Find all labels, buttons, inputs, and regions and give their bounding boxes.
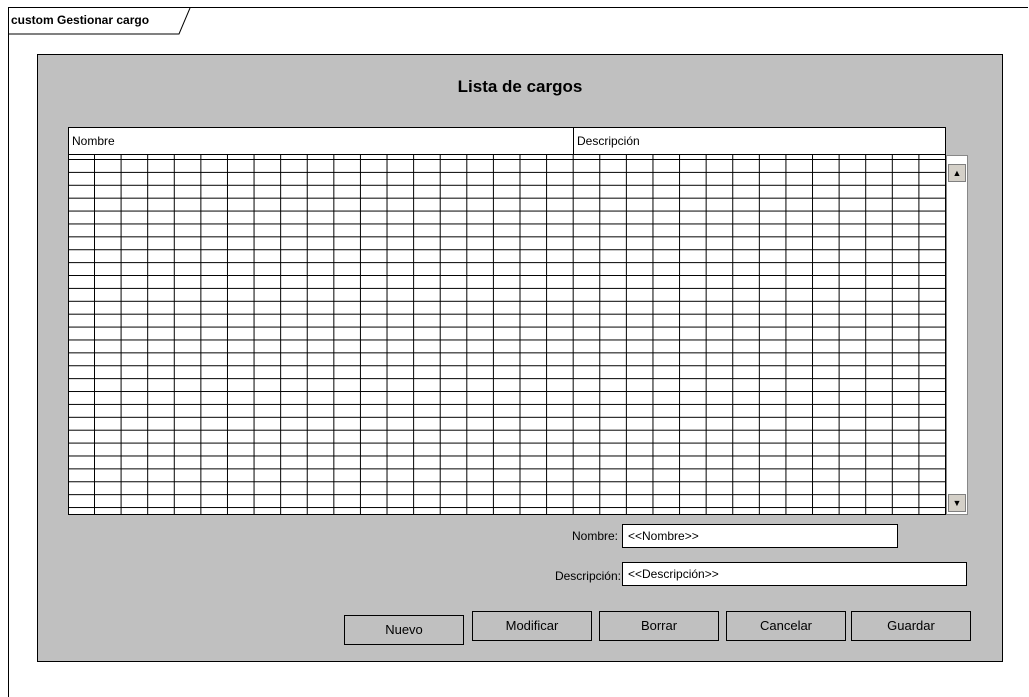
nombre-field[interactable]: <<Nombre>> [622, 524, 898, 548]
frame-title: custom Gestionar cargo [11, 13, 150, 27]
modificar-button[interactable]: Modificar [472, 611, 592, 641]
borrar-button[interactable]: Borrar [599, 611, 719, 641]
descripcion-label: Descripción: [554, 569, 621, 583]
nuevo-button[interactable]: Nuevo [344, 615, 464, 645]
cargos-window: Lista de cargos Nombre Descripción ▲ ▼ N… [37, 54, 1003, 662]
frame-title-tab: custom Gestionar cargo [9, 8, 191, 35]
table-header: Nombre Descripción [69, 128, 945, 155]
cancelar-button[interactable]: Cancelar [726, 611, 846, 641]
table-grid[interactable] [69, 155, 945, 514]
window-title: Lista de cargos [457, 77, 583, 96]
cargos-table[interactable]: Nombre Descripción [68, 127, 946, 515]
column-header-descripcion[interactable]: Descripción [574, 128, 944, 154]
guardar-button[interactable]: Guardar [851, 611, 971, 641]
descripcion-field[interactable]: <<Descripción>> [622, 562, 967, 586]
nombre-label: Nombre: [571, 529, 618, 543]
column-header-nombre[interactable]: Nombre [69, 128, 574, 154]
arrow-up-icon[interactable]: ▲ [948, 164, 966, 182]
arrow-down-icon[interactable]: ▼ [948, 494, 966, 512]
table-scrollbar[interactable]: ▲ ▼ [946, 155, 968, 515]
